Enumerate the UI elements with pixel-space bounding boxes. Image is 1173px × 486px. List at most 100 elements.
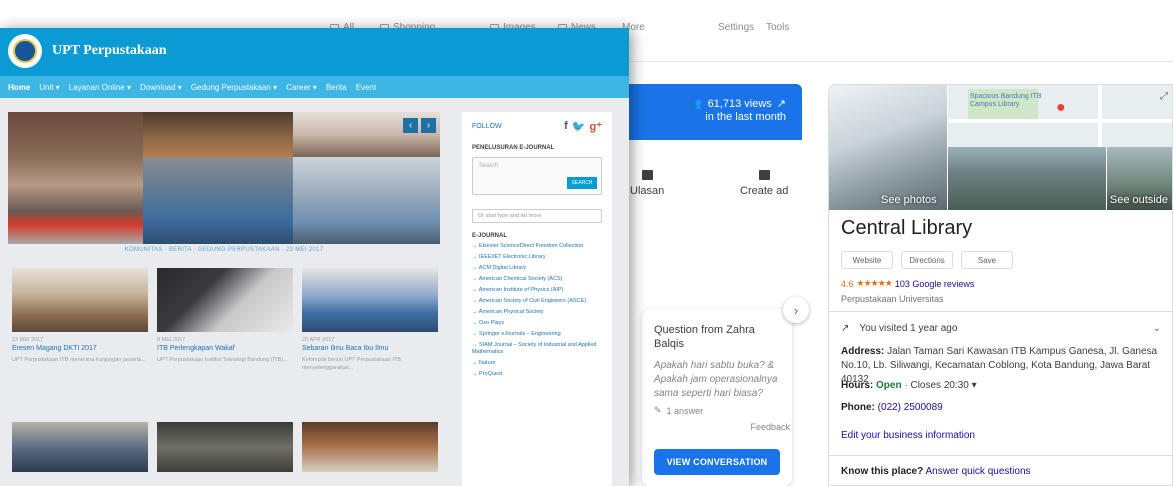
question-body: Apakah hari sabtu buka? & Apakah jam ope…: [654, 360, 778, 399]
journal-link[interactable]: → ProQuest: [472, 371, 602, 378]
journal-list: → Elsevier ScienceDirect Freedom Collect…: [472, 243, 602, 378]
news-thumbnail: [302, 268, 438, 332]
news-excerpt: Kelompok bersin UPT Perpustakaan ITB men…: [302, 357, 401, 371]
journal-link[interactable]: → American Society of Civil Engineers (A…: [472, 298, 602, 305]
edit-info-link[interactable]: Edit your business information: [841, 429, 1166, 443]
news-title[interactable]: ITB Perlengkapan Wakaf: [157, 345, 293, 352]
news-thumbnail[interactable]: [12, 422, 148, 472]
website-button[interactable]: Website: [841, 251, 893, 269]
settings-link[interactable]: Settings: [718, 22, 754, 33]
divider: [829, 311, 1172, 312]
place-category: Perpustakaan Universitas: [841, 294, 944, 304]
chevron-down-icon: ⌄: [1152, 323, 1161, 334]
follow-label: FOLLOW: [472, 123, 502, 130]
divider: [829, 455, 1172, 456]
journal-search-input[interactable]: Search: [479, 163, 498, 169]
phone-link[interactable]: (022) 2500089: [878, 402, 943, 413]
nav-layanan-online[interactable]: Layanan Online ▾: [69, 83, 131, 92]
nav-unit[interactable]: Unit ▾: [39, 83, 59, 92]
see-outside-link[interactable]: See outside: [1110, 194, 1168, 206]
reviews-action[interactable]: Ulasan: [630, 170, 664, 197]
journal-link[interactable]: → American Institute of Physics (AIP): [472, 287, 602, 294]
map-pin-icon: ●: [1056, 99, 1066, 116]
see-photos-link[interactable]: See photos: [881, 194, 937, 206]
kp-images: See photos Spacious Bandung ITB Campus L…: [829, 85, 1172, 210]
news-title[interactable]: Sebaran Ilmu Baca Ibu Ilmu: [302, 345, 438, 352]
news-thumbnail[interactable]: [302, 422, 438, 472]
rating-row: 4.6 ★★★★★ 103 Google reviews: [841, 278, 974, 289]
nav-event[interactable]: Event: [356, 83, 376, 92]
slide-photo: [143, 112, 293, 157]
journal-link[interactable]: → Oxo Plays: [472, 320, 602, 327]
building-photo[interactable]: See photos: [829, 85, 947, 210]
news-thumbnail: [12, 268, 148, 332]
news-card[interactable]: 20 APR 2017 Sebaran Ilmu Baca Ibu Ilmu K…: [302, 268, 438, 372]
journal-link[interactable]: → Springer eJournals – Engineering: [472, 331, 602, 338]
map-road: [948, 119, 1172, 123]
journal-link[interactable]: → American Chemical Society (ACS): [472, 276, 602, 283]
nav-career[interactable]: Career ▾: [286, 83, 317, 92]
facebook-icon[interactable]: f: [564, 120, 568, 133]
slide-photo: [143, 157, 293, 244]
slide-photo: [8, 112, 143, 244]
feedback-link[interactable]: Feedback: [750, 422, 790, 432]
slide-photo: [293, 157, 440, 244]
visited-row[interactable]: ↗ You visited 1 year ago ⌄: [841, 323, 1161, 334]
journal-link[interactable]: → Nature: [472, 360, 602, 367]
twitter-icon[interactable]: 🐦: [572, 120, 586, 133]
journal-heading: E-JOURNAL: [472, 233, 508, 239]
phone-row: Phone: (022) 2500089: [841, 402, 943, 413]
journal-link[interactable]: → IEEE/IET Electronic Library: [472, 254, 602, 261]
outside-photo[interactable]: See outside: [1107, 147, 1172, 210]
create-ad-action[interactable]: Create ad: [740, 170, 788, 197]
journal-link[interactable]: → SIAM Journal – Society of Industrial a…: [472, 342, 602, 356]
views-period: in the last month: [705, 111, 786, 123]
site-title[interactable]: UPT Perpustakaan: [52, 43, 166, 59]
news-excerpt: UPT Perpustakaan Institut Teknologi Band…: [157, 357, 288, 363]
journal-link[interactable]: → Elsevier ScienceDirect Freedom Collect…: [472, 243, 602, 250]
directions-button[interactable]: Directions: [901, 251, 953, 269]
rating-value: 4.6: [841, 278, 854, 289]
news-card[interactable]: 23 MEI 2017 Eresen Magang DKTI 2017 UPT …: [12, 268, 148, 364]
news-date: 23 MEI 2017: [12, 337, 44, 343]
journal-link[interactable]: → American Physical Society: [472, 309, 602, 316]
news-card[interactable]: 8 MEI 2017 ITB Perlengkapan Wakaf UPT Pe…: [157, 268, 293, 364]
google-plus-icon[interactable]: g⁺: [589, 120, 602, 133]
nav-berita[interactable]: Berita: [326, 83, 347, 92]
chevron-right-icon[interactable]: ›: [783, 297, 809, 323]
location-map[interactable]: Spacious Bandung ITB Campus Library ● ⤢: [948, 85, 1172, 147]
journal-search-box: Search SEARCH: [472, 157, 602, 195]
chevron-right-icon[interactable]: ›: [421, 118, 436, 133]
itb-logo[interactable]: [8, 34, 42, 68]
view-conversation-button[interactable]: VIEW CONVERSATION: [654, 449, 780, 475]
news-thumbnail[interactable]: [157, 422, 293, 472]
search-button[interactable]: SEARCH: [567, 177, 597, 189]
slide-caption[interactable]: KOMUNITAS · BERITA · GEDUNG PERPUSTAKAAN…: [8, 247, 440, 253]
hours-row[interactable]: Hours: Open · Closes 20:30 ▾: [841, 379, 1166, 393]
chevron-left-icon[interactable]: ‹: [403, 118, 418, 133]
nav-home[interactable]: Home: [8, 83, 30, 92]
know-place-row: Know this place? Answer quick questions: [841, 466, 1031, 477]
follow-row: FOLLOW f 🐦 g⁺: [472, 120, 602, 133]
social-links: f 🐦 g⁺: [564, 120, 602, 133]
tools-link[interactable]: Tools: [766, 22, 789, 33]
save-button[interactable]: Save: [961, 251, 1013, 269]
nav-gedung[interactable]: Gedung Perpustakaan ▾: [191, 83, 277, 92]
journal-filter-input[interactable]: Or start type and list more: [472, 209, 602, 223]
search-heading: PENELUSURAN E-JOURNAL: [472, 145, 555, 151]
answer-questions-link[interactable]: Answer quick questions: [925, 466, 1030, 477]
news-title[interactable]: Eresen Magang DKTI 2017: [12, 345, 148, 352]
expand-icon[interactable]: ⤢: [1160, 91, 1168, 102]
views-count: 61,713 views: [707, 98, 772, 110]
street-photo: [948, 147, 1106, 210]
reviews-link[interactable]: 103 Google reviews: [895, 279, 975, 289]
library-website-window: UPT Perpustakaan Home Unit ▾ Layanan Onl…: [0, 28, 629, 486]
site-main: ‹ › KOMUNITAS · BERITA · GEDUNG PERPUSTA…: [0, 98, 629, 486]
news-thumbnail: [157, 268, 293, 332]
question-title: Question from Zahra Balqis: [654, 324, 755, 350]
site-nav: Home Unit ▾ Layanan Online ▾ Download ▾ …: [0, 76, 629, 98]
photo-slider[interactable]: ‹ ›: [8, 112, 440, 244]
journal-link[interactable]: → ACM Digital Library: [472, 265, 602, 272]
knowledge-panel: See photos Spacious Bandung ITB Campus L…: [828, 84, 1173, 486]
nav-download[interactable]: Download ▾: [140, 83, 182, 92]
